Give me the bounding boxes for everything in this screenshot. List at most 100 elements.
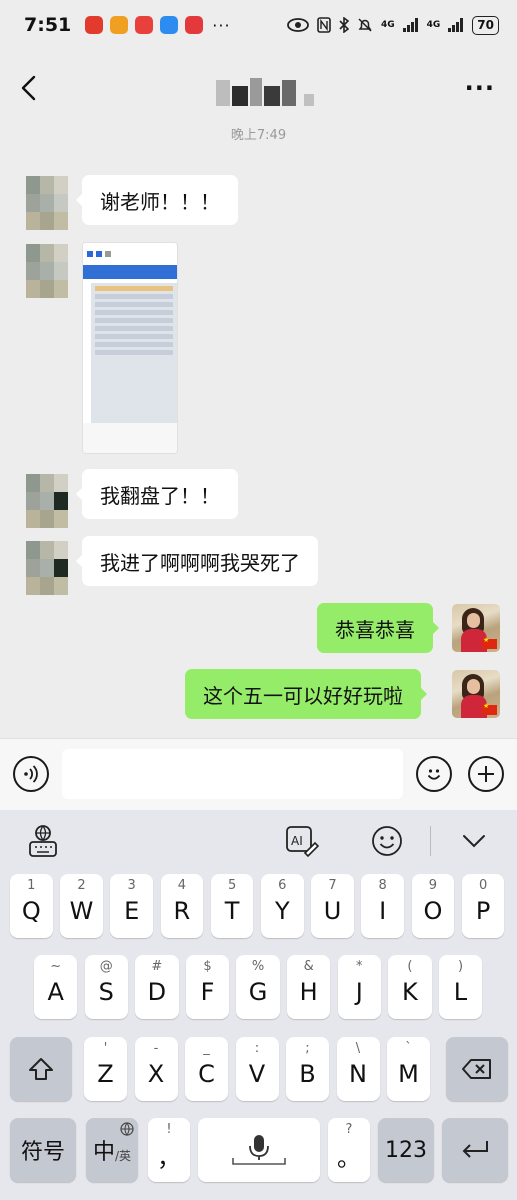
my-message-bubble[interactable]: 恭喜恭喜: [317, 603, 439, 653]
enter-icon: [462, 1141, 488, 1158]
key-o[interactable]: 9O: [411, 874, 455, 938]
voice-input-button[interactable]: [13, 756, 49, 792]
key-v[interactable]: :V: [235, 1037, 279, 1101]
key-label: R: [173, 897, 191, 925]
app-notification-icon: [160, 16, 179, 34]
comma-key[interactable]: !，: [148, 1118, 190, 1182]
key-b[interactable]: ; B: [286, 1037, 329, 1101]
key-sub-label: 2: [77, 878, 86, 893]
key-m[interactable]: ` M: [387, 1037, 430, 1101]
more-functions-button[interactable]: [468, 756, 504, 792]
key-l[interactable]: ) L: [438, 955, 483, 1019]
contact-avatar[interactable]: [26, 474, 68, 528]
ai-writing-button[interactable]: AI: [285, 824, 319, 858]
key-sub-label: (: [407, 959, 413, 974]
comma-key-sub: !: [166, 1122, 172, 1137]
key-label: Z: [97, 1060, 114, 1088]
more-notifications-icon: ···: [212, 15, 231, 35]
key-d[interactable]: # D: [135, 955, 179, 1019]
message-timestamp: 晚上7:49: [230, 128, 287, 143]
key-c[interactable]: _ C: [185, 1037, 228, 1101]
key-g[interactable]: % G: [236, 955, 280, 1019]
key-w[interactable]: 2W: [60, 874, 103, 938]
contact-avatar[interactable]: [26, 176, 68, 230]
key-u[interactable]: 7U: [311, 874, 354, 938]
globe-icon: [120, 1122, 134, 1136]
voice-icon: [24, 765, 38, 783]
chevron-down-icon: [463, 835, 485, 848]
key-j[interactable]: * J: [337, 955, 381, 1019]
key-p[interactable]: 0P: [461, 874, 505, 938]
numbers-key[interactable]: 123: [378, 1118, 434, 1182]
period-key[interactable]: ?。: [328, 1118, 370, 1182]
key-f[interactable]: $ F: [185, 955, 230, 1019]
my-avatar[interactable]: [452, 604, 500, 652]
comma-key-main: ，: [157, 1143, 181, 1172]
key-label: L: [453, 978, 468, 1006]
plus-icon: [478, 766, 494, 782]
key-label: K: [402, 978, 418, 1006]
key-sub-label: &: [303, 959, 314, 974]
app-notification-icon: [185, 16, 204, 34]
image-thumbnail-footer: [83, 423, 177, 453]
contact-avatar[interactable]: [26, 244, 68, 298]
symbols-key[interactable]: 符号: [10, 1118, 76, 1182]
key-label: A: [47, 978, 64, 1006]
key-label: F: [200, 978, 215, 1006]
bluetooth-icon: [339, 17, 349, 33]
key-r[interactable]: 4R: [160, 874, 204, 938]
keyboard-settings-button[interactable]: [26, 824, 60, 858]
image-message[interactable]: [82, 242, 178, 454]
image-thumbnail-header: [83, 243, 177, 265]
keyboard-toolbar: AI: [0, 810, 517, 872]
key-sub-label: 5: [227, 878, 237, 893]
key-label: G: [248, 978, 268, 1006]
key-x[interactable]: -X: [134, 1037, 178, 1101]
key-label: P: [475, 897, 491, 925]
key-sub-label: 8: [378, 878, 387, 893]
more-options-button[interactable]: ···: [465, 74, 495, 102]
space-key[interactable]: [198, 1118, 320, 1182]
key-q[interactable]: 1Q: [10, 874, 53, 938]
key-s[interactable]: @ S: [84, 955, 128, 1019]
my-message-bubble[interactable]: 这个五一可以好好玩啦: [185, 669, 427, 719]
shift-key[interactable]: [10, 1037, 72, 1101]
app-notification-icon: [85, 16, 104, 34]
key-y[interactable]: 6Y: [261, 874, 304, 938]
back-button[interactable]: [16, 68, 44, 108]
key-t[interactable]: 5T: [210, 874, 254, 938]
eye-icon: [287, 18, 309, 32]
period-key-sub: ?: [345, 1122, 353, 1137]
hide-keyboard-button[interactable]: [458, 824, 490, 858]
message-bubble[interactable]: 我翻盘了！！: [76, 469, 238, 519]
input-bar: [0, 738, 517, 810]
key-n[interactable]: \ N: [336, 1037, 380, 1101]
language-switch-key[interactable]: 中/英: [86, 1118, 138, 1182]
image-thumbnail-banner: [83, 265, 177, 279]
key-sub-label: :: [254, 1041, 260, 1056]
key-h[interactable]: & H: [287, 955, 331, 1019]
key-sub-label: ': [103, 1041, 108, 1056]
key-a[interactable]: ~ A: [34, 955, 78, 1019]
key-k[interactable]: (K: [388, 955, 432, 1019]
enter-key[interactable]: [442, 1118, 508, 1182]
status-right: 4G 4G 70: [287, 15, 499, 35]
message-bubble[interactable]: 谢老师！！！: [76, 175, 238, 225]
my-avatar[interactable]: [452, 670, 500, 718]
backspace-key[interactable]: [446, 1037, 508, 1101]
key-z[interactable]: ' Z: [84, 1037, 127, 1101]
contact-avatar[interactable]: [26, 541, 68, 595]
key-e[interactable]: 3E: [110, 874, 153, 938]
key-i[interactable]: 8I: [361, 874, 404, 938]
message-bubble[interactable]: 我进了啊啊啊我哭死了: [76, 536, 318, 586]
keyboard-emoji-button[interactable]: [370, 824, 404, 858]
shift-arrow-icon: [29, 1058, 53, 1080]
key-label: Y: [274, 897, 290, 925]
status-bar: 7:51 ··· 4G 4G 70: [0, 0, 517, 50]
battery-indicator: 70: [472, 15, 499, 35]
key-sub-label: 1: [27, 878, 36, 893]
message-input[interactable]: [62, 749, 403, 799]
key-sub-label: #: [151, 959, 163, 974]
key-sub-label: 7: [328, 878, 337, 893]
emoji-button[interactable]: [416, 756, 452, 792]
